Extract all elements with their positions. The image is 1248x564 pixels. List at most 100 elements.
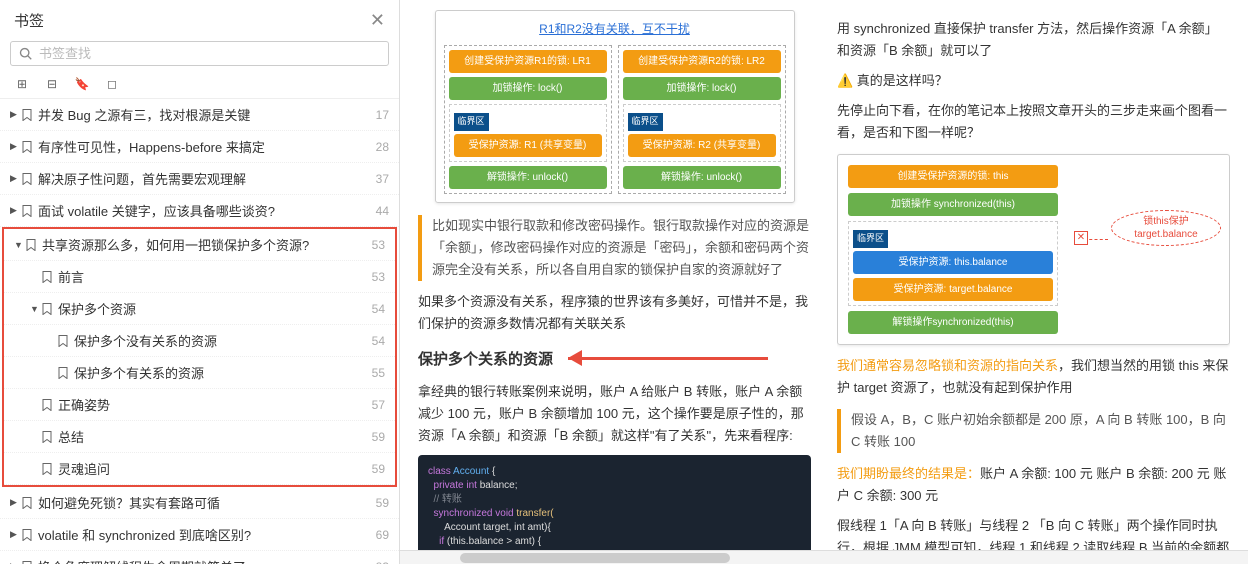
bookmark-icon — [22, 109, 32, 121]
bookmark-item[interactable]: 灵魂追问 59 — [4, 453, 395, 485]
expand-tri-icon[interactable]: ▶ — [10, 109, 20, 120]
page-number: 59 — [372, 430, 385, 444]
expand-tri-icon[interactable]: ▶ — [10, 141, 20, 152]
bookmark-item[interactable]: ▶ 并发 Bug 之源有三，找对根源是关键 17 — [0, 99, 399, 131]
bookmark-label: 灵魂追问 — [58, 459, 364, 478]
page-number: 83 — [376, 560, 389, 564]
expand-tri-icon[interactable]: ▼ — [30, 304, 40, 314]
bookmark-label: 正确姿势 — [58, 395, 364, 414]
bookmark-icon — [42, 303, 52, 315]
page-number: 59 — [376, 496, 389, 510]
page-number: 28 — [376, 140, 389, 154]
section-heading: 保护多个关系的资源 — [418, 347, 811, 373]
document-content: R1和R2没有关联，互不干扰 创建受保护资源R1的锁: LR1 加锁操作: lo… — [400, 0, 1248, 564]
search-input[interactable] — [39, 46, 380, 61]
red-arrow-annotation — [568, 353, 778, 363]
bookmark-label: volatile 和 synchronized 到底啥区别? — [38, 525, 368, 544]
bookmark-icon[interactable]: ◻ — [104, 76, 120, 92]
page-number: 37 — [376, 172, 389, 186]
page-number: 53 — [372, 238, 385, 252]
bookmark-label: 总结 — [58, 427, 364, 446]
bookmark-icon — [22, 141, 32, 153]
bookmark-label: 保护多个资源 — [58, 299, 364, 318]
paragraph: 拿经典的银行转账案例来说明，账户 A 给账户 B 转账，账户 A 余额减少 10… — [418, 381, 811, 447]
bookmark-icon — [22, 529, 32, 541]
paragraph: 先停止向下看，在你的笔记本上按照文章开头的三步走来画个图看一看，是否和下图一样呢… — [837, 100, 1230, 144]
bookmark-item[interactable]: ▶ 解决原子性问题，首先需要宏观理解 37 — [0, 163, 399, 195]
x-icon: ✕ — [1074, 231, 1088, 245]
bookmark-item[interactable]: ▼保护多个资源54 — [4, 293, 395, 325]
diagram-title: R1和R2没有关联，互不干扰 — [444, 19, 786, 39]
diagram-independent-locks: R1和R2没有关联，互不干扰 创建受保护资源R1的锁: LR1 加锁操作: lo… — [435, 10, 795, 203]
collapse-all-icon[interactable]: ⊟ — [44, 76, 60, 92]
error-callout: ✕ 锁this保护target.balance — [1111, 210, 1221, 246]
page-number: 69 — [376, 528, 389, 542]
page-number: 59 — [372, 462, 385, 476]
bookmark-item[interactable]: 前言 53 — [4, 261, 395, 293]
bookmark-icon — [42, 399, 52, 411]
bookmark-icon — [42, 271, 52, 283]
expand-all-icon[interactable]: ⊞ — [14, 76, 30, 92]
page-number: 44 — [376, 204, 389, 218]
right-column: 用 synchronized 直接保护 transfer 方法，然后操作资源「A… — [837, 10, 1230, 554]
callout-block: 比如现实中银行取款和修改密码操作。银行取款操作对应的资源是「余额」，修改密码操作… — [418, 215, 811, 281]
bookmark-icon — [22, 205, 32, 217]
warning-line: ⚠️ 真的是这样吗？ — [837, 70, 1230, 92]
bookmark-item[interactable]: ▶ 有序性可见性，Happens-before 来搞定 28 — [0, 131, 399, 163]
expand-tri-icon[interactable]: ▶ — [10, 529, 20, 540]
page-number: 17 — [376, 108, 389, 122]
bookmark-label: 解决原子性问题，首先需要宏观理解 — [38, 169, 368, 188]
bookmark-icon — [22, 497, 32, 509]
bookmark-item[interactable]: ▶ 面试 volatile 关键字，应该具备哪些谈资? 44 — [0, 195, 399, 227]
bookmark-label: 面试 volatile 关键字，应该具备哪些谈资? — [38, 201, 368, 220]
bookmark-list: ▶ 并发 Bug 之源有三，找对根源是关键 17 ▶ 有序性可见性，Happens-be… — [0, 99, 399, 564]
bookmark-item[interactable]: 保护多个没有关系的资源 54 — [4, 325, 395, 357]
bookmark-icon — [42, 431, 52, 443]
bookmark-toolbar: ⊞ ⊟ 🔖 ◻ — [0, 70, 399, 99]
callout-block: 假设 A，B，C 账户初始余额都是 200 原，A 向 B 转账 100，B 向… — [837, 409, 1230, 453]
bookmark-label: 并发 Bug 之源有三，找对根源是关键 — [38, 105, 368, 124]
bookmark-add-icon[interactable]: 🔖 — [74, 76, 90, 92]
code-block: class Account { private int balance; // … — [418, 455, 811, 554]
bookmark-item[interactable]: ▶如何避免死锁？其实有套路可循59 — [0, 487, 399, 519]
panel-title: 书签 — [14, 10, 44, 31]
bookmark-item[interactable]: 正确姿势 57 — [4, 389, 395, 421]
search-input-wrapper[interactable] — [10, 41, 389, 66]
bookmark-item[interactable]: ▶ volatile 和 synchronized 到底啥区别? 69 — [0, 519, 399, 551]
expand-tri-icon[interactable]: ▶ — [10, 497, 20, 508]
paragraph: 用 synchronized 直接保护 transfer 方法，然后操作资源「A… — [837, 18, 1230, 62]
left-column: R1和R2没有关联，互不干扰 创建受保护资源R1的锁: LR1 加锁操作: lo… — [418, 10, 811, 554]
paragraph: 我们期盼最终的结果是：账户 A 余额: 100 元 账户 B 余额: 200 元… — [837, 463, 1230, 507]
bookmark-icon — [42, 463, 52, 475]
diagram-single-lock: 创建受保护资源的锁: this 加锁操作 synchronized(this) … — [837, 154, 1230, 344]
bookmark-label: 换个角度理解线程生命周期就简单了 — [38, 557, 368, 564]
bookmark-item[interactable]: ▼ 共享资源那么多，如何用一把锁保护多个资源? 53 — [4, 229, 395, 261]
bookmarks-panel: 书签 ✕ ⊞ ⊟ 🔖 ◻ ▶ 并发 Bug 之源有三，找对根源是关键 17 ▶ 有序性可… — [0, 0, 400, 564]
bookmark-icon — [58, 367, 68, 379]
bookmark-label: 有序性可见性，Happens-before 来搞定 — [38, 137, 368, 156]
bookmark-item[interactable]: ▶换个角度理解线程生命周期就简单了83 — [0, 551, 399, 564]
bookmark-icon — [22, 561, 32, 564]
bookmark-icon — [26, 239, 36, 251]
page-number: 53 — [372, 270, 385, 284]
expand-tri-icon[interactable]: ▶ — [10, 173, 20, 184]
bookmark-item[interactable]: 保护多个有关系的资源55 — [4, 357, 395, 389]
paragraph: 如果多个资源没有关系，程序猿的世界该有多美好，可惜并不是，我们保护的资源多数情况… — [418, 291, 811, 335]
bookmark-icon — [58, 335, 68, 347]
paragraph: 我们通常容易忽略锁和资源的指向关系，我们想当然的用锁 this 来保护 targ… — [837, 355, 1230, 399]
bookmark-item[interactable]: 总结 59 — [4, 421, 395, 453]
expand-tri-icon[interactable]: ▼ — [14, 240, 24, 250]
bookmark-label: 共享资源那么多，如何用一把锁保护多个资源? — [42, 235, 364, 254]
bookmark-label: 前言 — [58, 267, 364, 286]
highlighted-section: ▼共享资源那么多，如何用一把锁保护多个资源?53前言53▼保护多个资源54保护多… — [2, 227, 397, 487]
paragraph: 假线程 1「A 向 B 转账」与线程 2 「B 向 C 转账」两个操作同时执行，… — [837, 515, 1230, 554]
horizontal-scrollbar[interactable] — [400, 550, 1248, 564]
close-icon[interactable]: ✕ — [370, 10, 385, 31]
bookmark-label: 保护多个有关系的资源 — [74, 363, 364, 382]
bookmark-icon — [22, 173, 32, 185]
page-number: 54 — [372, 334, 385, 348]
expand-tri-icon[interactable]: ▶ — [10, 205, 20, 216]
bookmark-label: 保护多个没有关系的资源 — [74, 331, 364, 350]
scrollbar-thumb[interactable] — [460, 553, 730, 563]
page-number: 57 — [372, 398, 385, 412]
